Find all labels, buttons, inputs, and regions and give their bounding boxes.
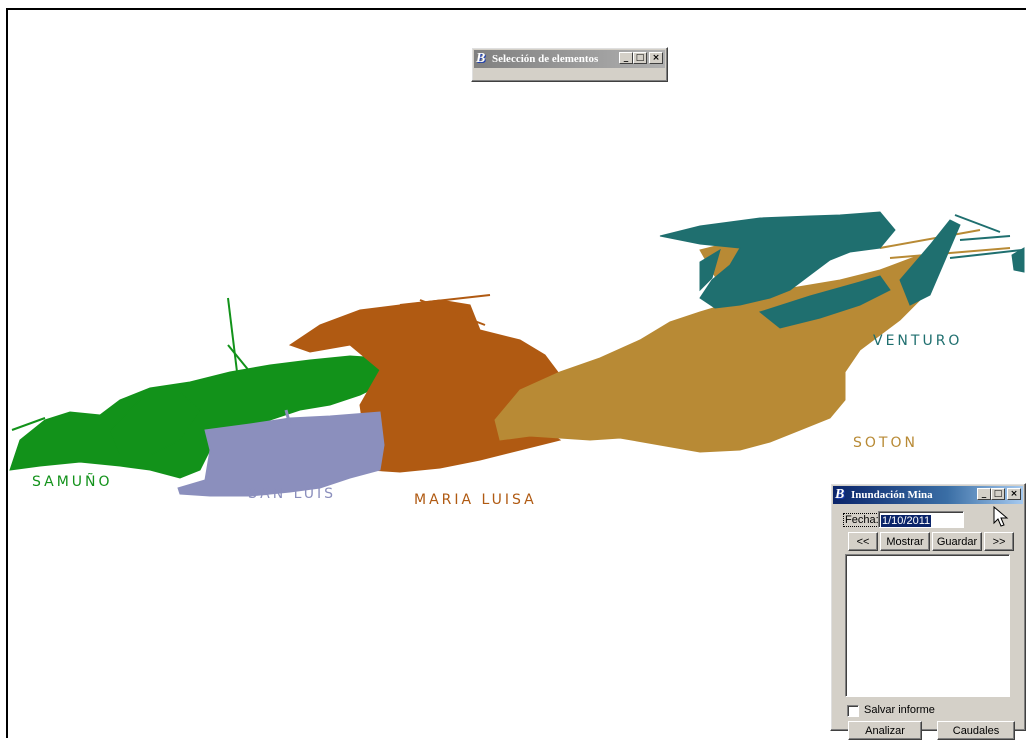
samuno-label: SAMUÑO — [32, 473, 113, 490]
san-luis-label: SAN LUIS — [248, 486, 336, 502]
flood-window[interactable]: B Inundación Mina _ □ × Fecha: 1/10/2011… — [830, 483, 1026, 740]
flood-window-title: Inundación Mina — [851, 489, 933, 501]
next-button[interactable]: >> — [984, 532, 1014, 551]
save-button[interactable]: Guardar — [932, 532, 982, 551]
venturo-label: VENTURO — [873, 333, 962, 349]
close-button[interactable]: × — [649, 52, 663, 64]
selection-window-title: Selección de elementos — [492, 53, 599, 65]
minimize-button[interactable]: _ — [977, 488, 991, 500]
selection-window-titlebar[interactable]: B Selección de elementos _ □ × — [474, 50, 665, 68]
bentley-b-icon: B — [476, 51, 486, 66]
date-value: 1/10/2011 — [881, 515, 932, 527]
save-report-label: Salvar informe — [864, 704, 935, 716]
date-label: Fecha: — [843, 513, 881, 527]
date-field[interactable]: 1/10/2011 — [878, 511, 964, 528]
maria-luisa-label: MARIA LUISA — [414, 492, 537, 508]
previous-button[interactable]: << — [848, 532, 878, 551]
results-list[interactable] — [845, 554, 1010, 697]
cursor-arrow-icon — [993, 506, 1009, 527]
soton-label: SOTON — [853, 435, 918, 451]
bentley-b-icon: B — [835, 487, 845, 502]
maximize-button[interactable]: □ — [991, 488, 1005, 500]
minimize-button[interactable]: _ — [619, 52, 633, 64]
flood-window-titlebar[interactable]: B Inundación Mina _ □ × — [833, 486, 1023, 504]
save-report-checkbox[interactable] — [847, 705, 859, 717]
close-button[interactable]: × — [1007, 488, 1021, 500]
selection-window[interactable]: B Selección de elementos _ □ × — [471, 47, 668, 82]
show-button[interactable]: Mostrar — [880, 532, 930, 551]
maximize-button[interactable]: □ — [633, 52, 647, 64]
